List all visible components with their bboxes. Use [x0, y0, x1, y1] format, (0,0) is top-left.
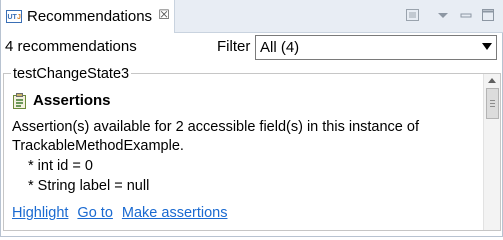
filter-dropdown[interactable]: All (4) — [255, 35, 497, 60]
group-title: testChangeState3 — [11, 66, 132, 82]
focus-view-icon[interactable] — [404, 6, 422, 24]
filter-label: Filter — [217, 38, 251, 55]
close-icon[interactable]: ☒ — [157, 8, 171, 22]
clipboard-check-icon — [13, 92, 26, 109]
make-assertions-link[interactable]: Make assertions — [122, 205, 228, 221]
recommendation-group: testChangeState3 Assertions Assertion(s)… — [3, 66, 501, 231]
description-line: Assertion(s) available for 2 accessible … — [12, 119, 419, 135]
grip-line — [490, 100, 495, 101]
recommendation-count: 4 recommendations — [5, 38, 137, 55]
highlight-link[interactable]: Highlight — [12, 205, 68, 221]
tab-title: Recommendations — [27, 8, 153, 25]
maximize-icon[interactable] — [479, 6, 497, 24]
utj-logo-icon: UT J — [6, 10, 22, 23]
filter-selected-value: All (4) — [260, 39, 300, 56]
grip-line — [490, 103, 495, 104]
scrollbar-thumb[interactable] — [486, 88, 499, 119]
scroll-up-arrow-icon[interactable] — [488, 78, 496, 83]
recommendations-view: UT J Recommendations ☒ 4 recommendations… — [0, 0, 503, 237]
vertical-scrollbar[interactable] — [483, 74, 500, 230]
section-header: Assertions — [12, 92, 111, 109]
view-menu-icon[interactable] — [434, 6, 452, 24]
chevron-down-icon — [482, 43, 492, 50]
section-title: Assertions — [33, 92, 111, 109]
go-to-link[interactable]: Go to — [77, 205, 112, 221]
field-item: * String label = null — [28, 178, 150, 194]
description-line: TrackableMethodExample. — [12, 138, 184, 154]
minimize-icon[interactable] — [457, 6, 475, 24]
action-links: Highlight Go to Make assertions — [12, 205, 227, 221]
grip-line — [490, 106, 495, 107]
svg-text:J: J — [17, 14, 21, 21]
view-tab-bar: UT J Recommendations ☒ — [1, 0, 503, 33]
recommendations-tab[interactable]: UT J Recommendations ☒ — [1, 0, 175, 33]
field-item: * int id = 0 — [28, 158, 93, 174]
